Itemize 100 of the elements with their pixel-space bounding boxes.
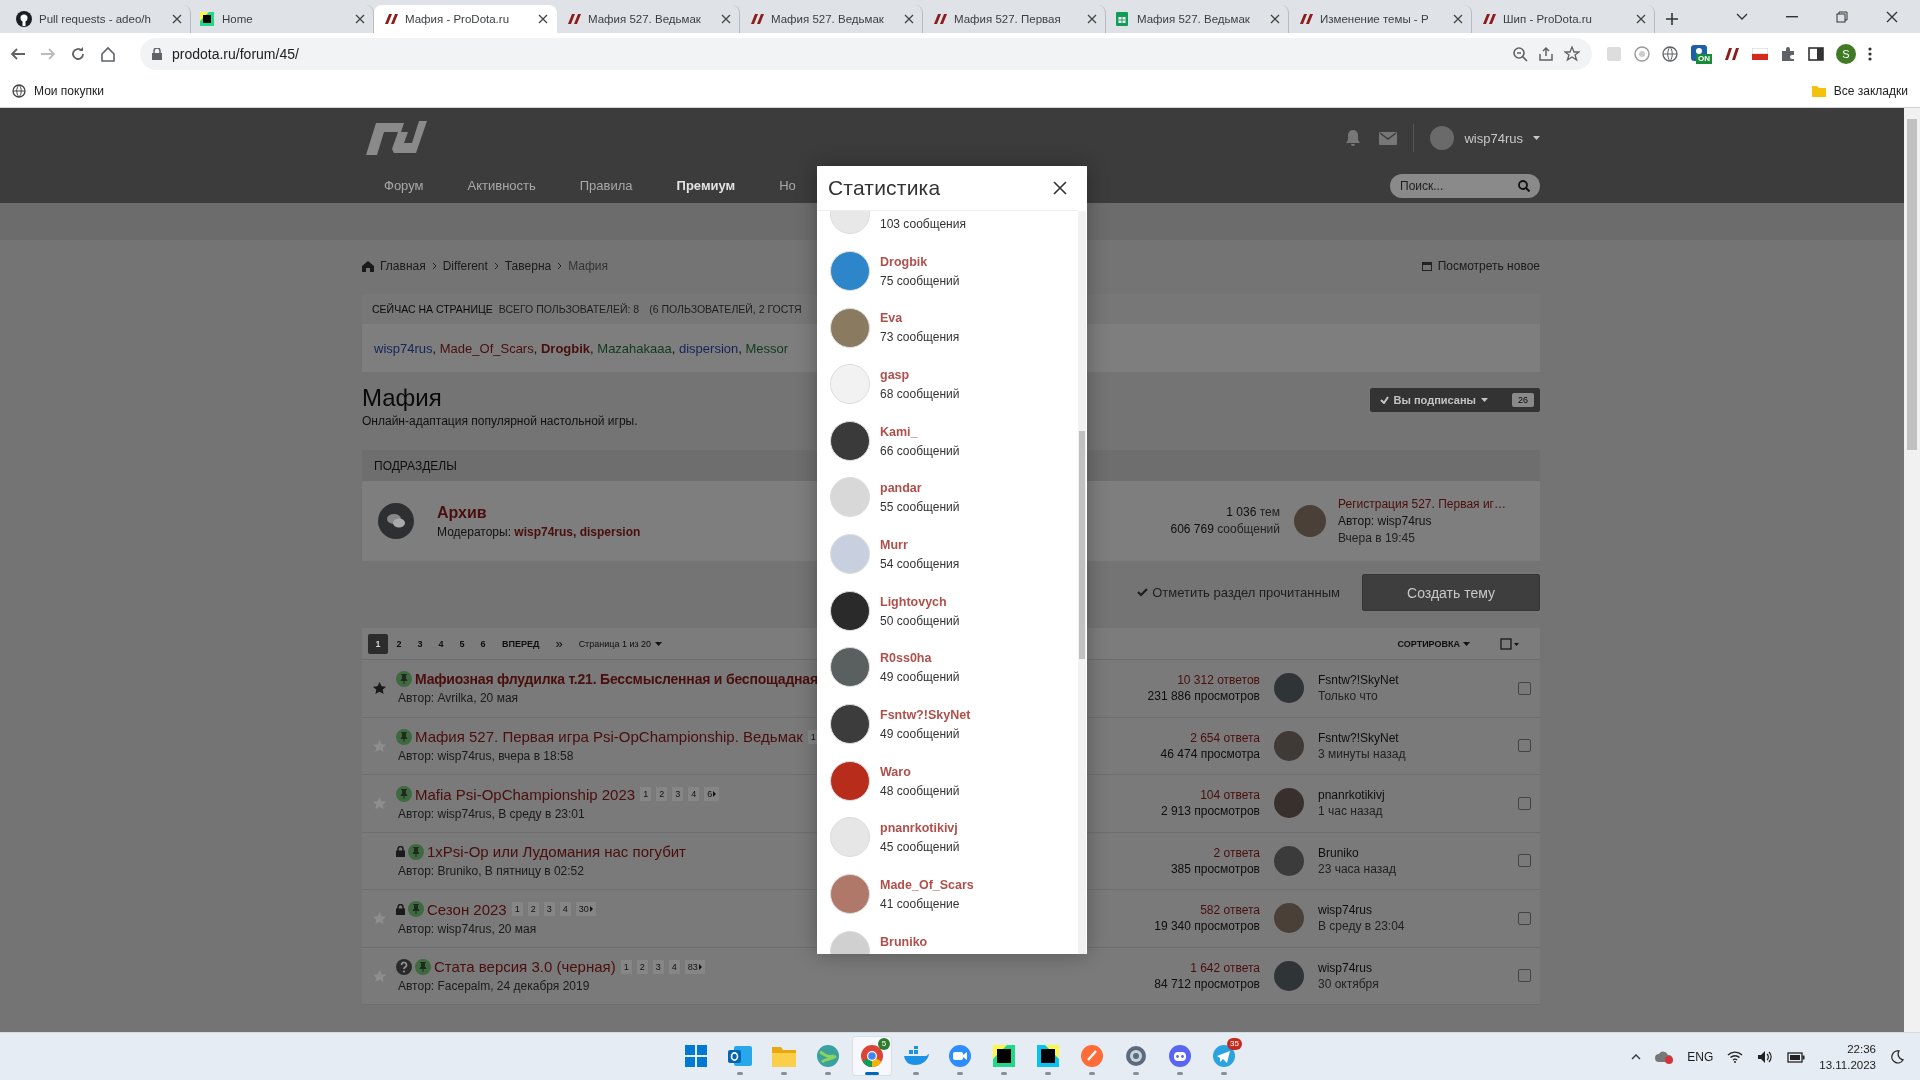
username[interactable]: wisp74rus [1464,130,1523,146]
subforum-link[interactable]: Архив [437,503,487,522]
mini-page-link[interactable]: 6 [704,787,720,802]
chevron-up-icon[interactable] [1631,1053,1642,1060]
create-topic-button[interactable]: Создать тему [1362,574,1540,611]
page-link[interactable]: 3 [410,633,430,654]
app-icon[interactable] [1037,1045,1059,1067]
back-icon[interactable] [10,46,26,62]
mini-page-link[interactable]: 4 [688,787,700,802]
online-user-link[interactable]: Messor [745,340,789,356]
topic-checkbox[interactable] [1518,796,1531,810]
checkbox-menu-icon[interactable] [1500,637,1520,650]
page-link[interactable]: 6 [473,633,493,654]
browser-tab[interactable]: Pull requests - adeo/h [8,5,191,33]
minimize-icon[interactable] [1786,15,1798,18]
online-user-link[interactable]: wisp74rus [374,340,433,356]
user-link[interactable]: Bruniko [880,934,928,950]
close-icon[interactable] [721,14,731,24]
flag-icon[interactable] [1752,48,1768,60]
chevron-down-icon[interactable] [1736,12,1748,21]
mini-page-link[interactable]: 2 [656,787,668,802]
mini-page-link[interactable]: 3 [652,959,664,974]
next-page-link[interactable]: ВПЕРЕД [494,638,548,649]
mail-app-icon[interactable] [728,1044,752,1068]
browser-tab[interactable]: Мафия - ProDota.ru [374,5,557,33]
browser-tab[interactable]: Шип - ProDota.ru [1472,5,1655,33]
breadcrumb-link[interactable]: Главная [380,259,426,273]
mini-page-link[interactable]: 3 [543,902,555,917]
topic-title-link[interactable]: Мафиозная флудилка т.21. Бессмысленная и беспощадная [415,671,818,688]
breadcrumb-link[interactable]: Таверна [504,259,552,273]
bookmark-link[interactable]: Мои покупки [34,84,104,98]
nav-link[interactable]: Форум [362,178,446,193]
last-poster-link[interactable]: Fsntw?!SkyNet [1318,672,1518,689]
user-link[interactable]: Kami_ [880,424,960,440]
menu-icon[interactable] [1868,46,1872,62]
star-icon[interactable] [1564,46,1580,62]
language-indicator[interactable]: ENG [1687,1049,1714,1064]
browser-tab[interactable]: Изменение темы - P [1289,5,1472,33]
browser-tab[interactable]: Мафия 527. Первая [923,5,1106,33]
browser-tab[interactable]: Мафия 527. Ведьмак [1106,5,1289,33]
browser-tab[interactable]: Home [191,5,374,33]
user-link[interactable]: pnanrkotikivj [880,821,960,837]
speaker-icon[interactable] [1757,1049,1774,1064]
breadcrumb-link[interactable]: Different [442,259,488,273]
page-link[interactable]: 5 [452,633,472,654]
user-link[interactable]: Murr [880,537,960,553]
breadcrumb-link[interactable]: Мафия [568,259,609,273]
online-user-link[interactable]: Mazahakaaa [597,340,672,356]
close-icon[interactable] [1636,14,1646,24]
sort-menu[interactable]: СОРТИРОВКА [1397,638,1460,649]
scrollbar-thumb[interactable] [1079,431,1085,659]
topic-checkbox[interactable] [1518,969,1531,983]
globe-icon[interactable] [1662,46,1678,62]
mini-page-link[interactable]: 83 [684,959,705,974]
nav-link[interactable]: Но [757,178,818,193]
page-link[interactable]: 2 [389,633,409,654]
close-icon[interactable] [172,14,182,24]
browser-icon[interactable] [860,1044,884,1068]
share-icon[interactable] [1538,46,1554,62]
bell-icon[interactable] [1345,129,1362,147]
close-icon[interactable] [1053,181,1067,195]
page-selector[interactable]: Страница 1 из 20 [578,638,652,649]
paper-plane-icon[interactable] [1212,1044,1236,1068]
taskbar-button[interactable]: 5 [852,1036,892,1076]
mail-icon[interactable] [1379,131,1398,145]
moon-icon[interactable] [1890,1049,1904,1064]
extension-icon[interactable] [1634,46,1650,62]
search-icon[interactable] [1518,179,1530,192]
moderator-links[interactable]: wisp74rus, dispersion [514,524,641,539]
close-icon[interactable] [1453,14,1463,24]
topic-title-link[interactable]: Мафия 527. Первая игра Psi-OpChampionship. Ведьмак [415,728,803,746]
mini-page-link[interactable]: 4 [668,959,680,974]
restore-icon[interactable] [1836,10,1848,23]
topic-title-link[interactable]: Сезон 2023 [427,900,507,918]
scrollbar-thumb[interactable] [1907,119,1917,450]
last-page-link[interactable]: » [547,636,571,651]
close-icon[interactable] [538,14,548,24]
globe-icon[interactable] [816,1044,840,1068]
topic-title-link[interactable]: Стата версия 3.0 (черная) [434,958,616,976]
chat-app-icon[interactable] [1168,1044,1192,1068]
online-user-link[interactable]: Made_Of_Scars [439,340,534,356]
mini-page-link[interactable]: 1 [640,787,652,802]
wifi-icon[interactable] [1727,1050,1744,1063]
topic-checkbox[interactable] [1518,911,1531,925]
topic-checkbox[interactable] [1518,854,1531,868]
close-icon[interactable] [1886,10,1898,23]
close-icon[interactable] [1270,14,1280,24]
user-link[interactable]: Made_Of_Scars [880,877,974,893]
last-poster-link[interactable]: pnanrkotikivj [1318,787,1518,804]
nav-link[interactable]: Премиум [654,178,758,193]
whale-icon[interactable] [903,1046,929,1066]
new-tab-icon[interactable] [1665,12,1679,26]
rocket-app-icon[interactable] [1080,1044,1104,1068]
user-link[interactable]: Fsntw?!SkyNet [880,707,971,723]
side-panel-icon[interactable] [1808,46,1824,62]
topic-checkbox[interactable] [1518,681,1531,695]
last-poster-link[interactable]: Fsntw?!SkyNet [1318,729,1518,746]
slanted-bars-icon[interactable] [1722,46,1740,62]
clock-time[interactable]: 22:36 [1819,1040,1876,1057]
bookmark-folder[interactable]: Все закладки [1833,84,1908,98]
